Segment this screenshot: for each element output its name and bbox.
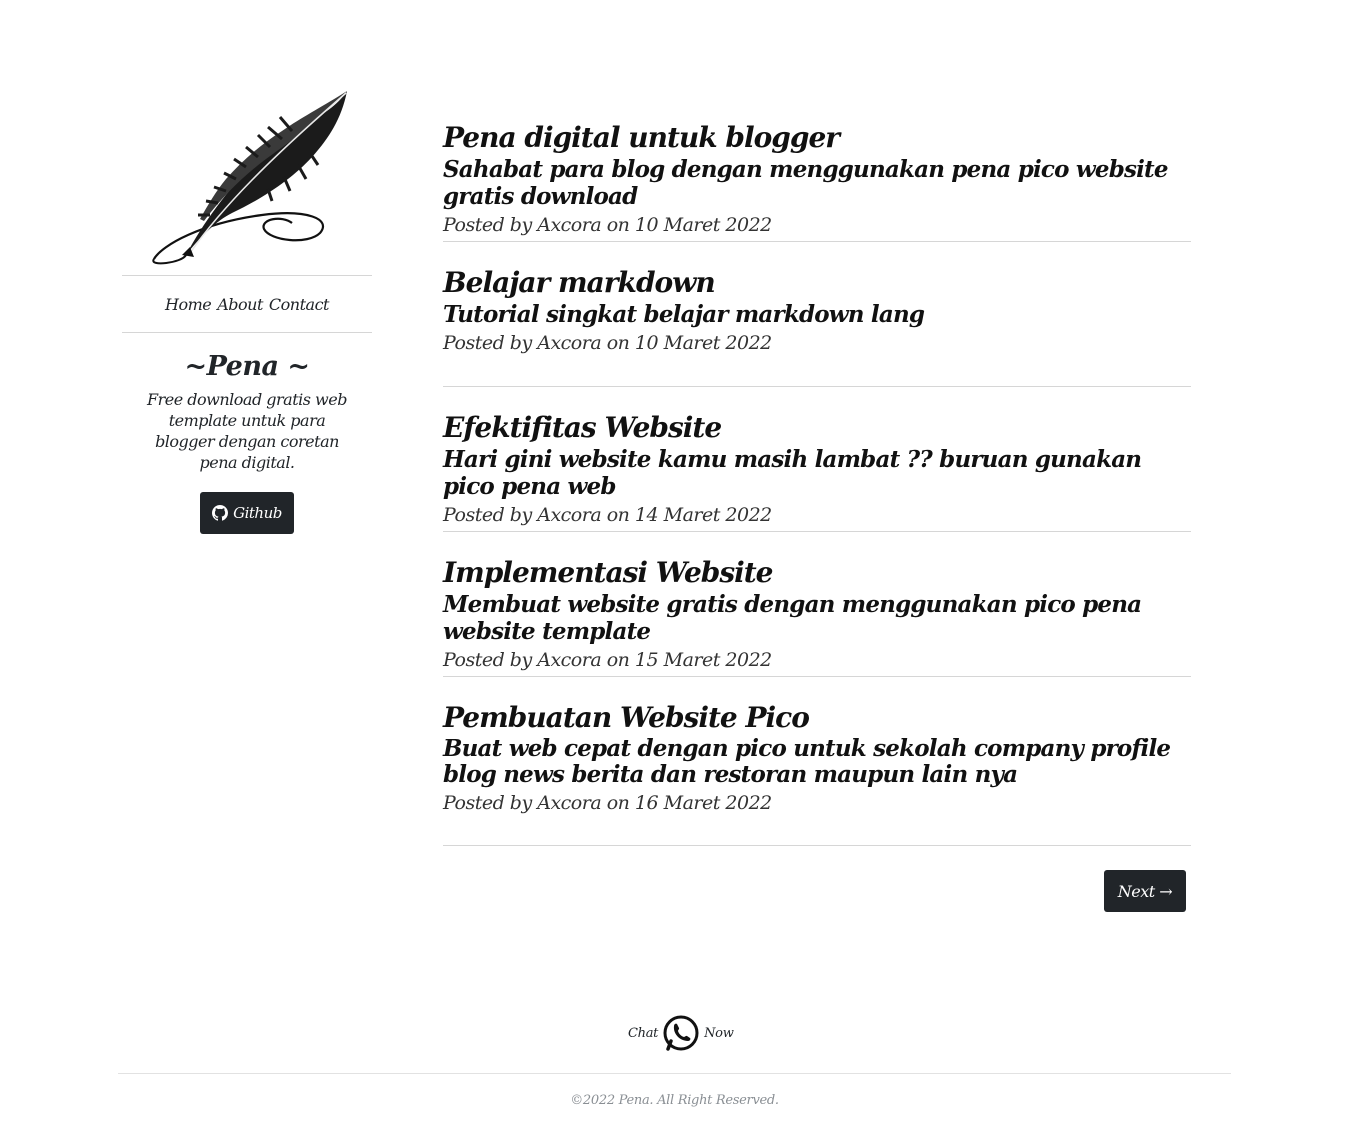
chat-label: Chat [628, 1025, 659, 1041]
github-label: Github [233, 504, 282, 522]
main-nav: Home About Contact [122, 276, 372, 332]
post-meta: Posted by Axcora on 10 Maret 2022 [443, 214, 772, 236]
nav-contact[interactable]: Contact [269, 295, 330, 314]
sidebar: Home About Contact ~Pena ~ Free download… [122, 85, 372, 534]
whatsapp-icon [663, 1015, 699, 1051]
logo[interactable] [122, 85, 372, 275]
post-meta: Posted by Axcora on 16 Maret 2022 [443, 792, 772, 814]
post-meta: Posted by Axcora on 15 Maret 2022 [443, 649, 772, 671]
post-list: Pena digital untuk blogger Sahabat para … [443, 120, 1191, 846]
post-title[interactable]: Belajar markdown [443, 265, 1191, 301]
post-item[interactable]: Belajar markdown Tutorial singkat belaja… [443, 265, 1191, 387]
brand-description: Free download gratis web template untuk … [147, 390, 347, 472]
post-title[interactable]: Efektifitas Website [443, 410, 1191, 446]
post-subtitle[interactable]: Membuat website gratis dengan menggunaka… [443, 591, 1191, 645]
post-item[interactable]: Pena digital untuk blogger Sahabat para … [443, 120, 1191, 242]
brand-title: ~Pena ~ [184, 351, 310, 382]
nav-home[interactable]: Home [165, 295, 212, 314]
post-subtitle[interactable]: Buat web cepat dengan pico untuk sekolah… [443, 736, 1191, 788]
post-subtitle[interactable]: Hari gini website kamu masih lambat ?? b… [443, 446, 1191, 500]
footer-copyright: ©2022 Pena. All Right Reserved. [570, 1093, 779, 1108]
post-title[interactable]: Pembuatan Website Pico [443, 700, 1191, 736]
now-label: Now [704, 1025, 734, 1041]
github-button[interactable]: Github [200, 492, 294, 534]
post-subtitle[interactable]: Sahabat para blog dengan menggunakan pen… [443, 156, 1191, 210]
feather-quill-icon [152, 91, 347, 265]
post-title[interactable]: Pena digital untuk blogger [443, 120, 1191, 156]
post-meta: Posted by Axcora on 14 Maret 2022 [443, 504, 772, 526]
post-meta: Posted by Axcora on 10 Maret 2022 [443, 332, 772, 354]
sidebar-divider [122, 332, 372, 333]
next-page-button[interactable]: Next → [1104, 870, 1186, 912]
post-item[interactable]: Pembuatan Website Pico Buat web cepat de… [443, 700, 1191, 846]
whatsapp-chat-link[interactable]: Chat Now [628, 1014, 734, 1052]
github-icon [212, 505, 229, 521]
post-title[interactable]: Implementasi Website [443, 555, 1191, 591]
post-item[interactable]: Efektifitas Website Hari gini website ka… [443, 410, 1191, 532]
post-item[interactable]: Implementasi Website Membuat website gra… [443, 555, 1191, 677]
nav-about[interactable]: About [217, 295, 263, 314]
footer-divider [118, 1073, 1231, 1074]
post-subtitle[interactable]: Tutorial singkat belajar markdown lang [443, 301, 1191, 328]
